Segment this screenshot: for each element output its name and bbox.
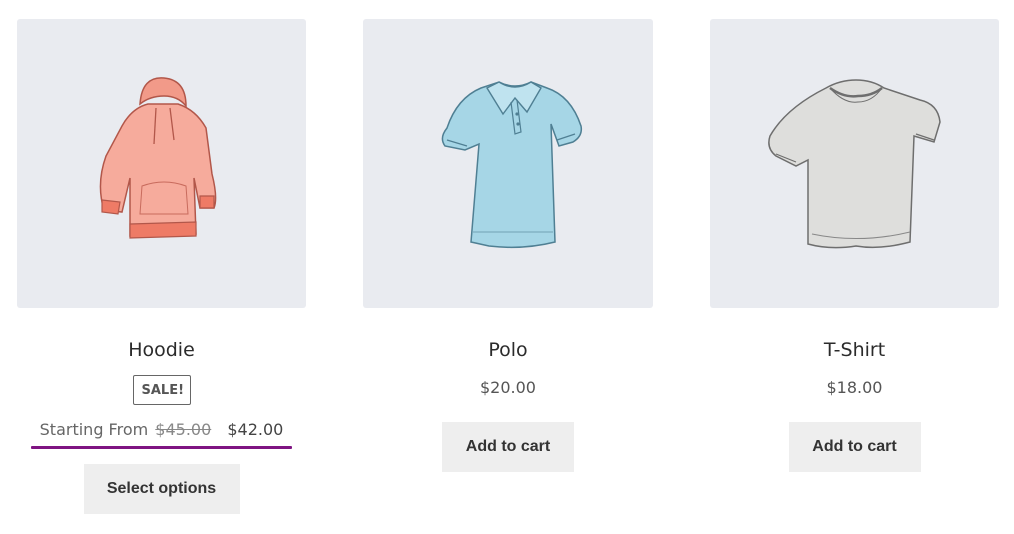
product-card-hoodie: Hoodie SALE! Starting From $45.00 $42.00… <box>17 19 306 514</box>
product-title[interactable]: Hoodie <box>17 338 306 362</box>
add-to-cart-button[interactable]: Add to cart <box>788 422 921 472</box>
tshirt-icon <box>767 78 941 248</box>
select-options-button[interactable]: Select options <box>83 464 240 514</box>
product-title[interactable]: Polo <box>363 338 653 362</box>
product-price: $18.00 <box>826 378 883 397</box>
product-title[interactable]: T-Shirt <box>710 338 999 362</box>
product-card-tshirt: T-Shirt $18.00 Add to cart <box>710 19 999 472</box>
hoodie-icon <box>99 76 216 239</box>
polo-shirt-icon <box>441 80 583 248</box>
sale-badge: SALE! <box>132 375 191 405</box>
product-image-link[interactable] <box>363 19 653 308</box>
product-price: $20.00 <box>480 378 536 397</box>
product-image-link[interactable] <box>710 19 999 308</box>
product-card-polo: Polo $20.00 Add to cart <box>363 19 653 472</box>
price-highlight-underline <box>30 446 293 449</box>
price-prefix: Starting From <box>39 420 149 439</box>
product-image-link[interactable] <box>17 19 306 308</box>
product-grid: Hoodie SALE! Starting From $45.00 $42.00… <box>0 0 1014 534</box>
price-original: $45.00 <box>155 420 212 439</box>
price-sale: $42.00 <box>227 420 284 439</box>
add-to-cart-button[interactable]: Add to cart <box>442 422 574 472</box>
price-range: Starting From $45.00 $42.00 <box>30 418 293 449</box>
